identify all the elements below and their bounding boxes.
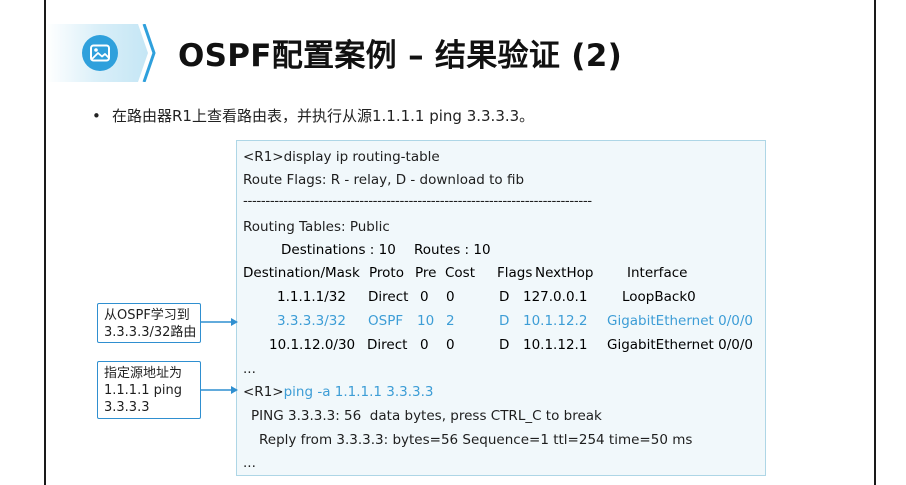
destinations-count: Destinations : 10 (281, 242, 396, 258)
callout-text: 3.3.3.3 (104, 400, 150, 415)
route-flags: D (499, 289, 510, 305)
route-flags-line: Route Flags: R - relay, D - download to … (243, 172, 525, 188)
route-interface: GigabitEthernet 0/0/0 (607, 313, 753, 329)
col-cost: Cost (445, 265, 476, 281)
route-cost: 0 (446, 289, 455, 305)
command-text: ping -a 1.1.1.1 3.3.3.3 (283, 384, 434, 400)
route-flags: D (499, 337, 510, 353)
bullet-dot: • (92, 107, 101, 125)
callout-text: 从OSPF学习到 (104, 308, 190, 323)
route-proto: Direct (367, 337, 408, 353)
right-border-line (874, 0, 876, 485)
callout-source-address: 指定源地址为 1.1.1.1 ping 3.3.3.3 (97, 361, 201, 419)
routes-count: Routes : 10 (414, 242, 491, 258)
route-flags: D (499, 313, 510, 329)
callout-text: 3.3.3.3/32路由 (104, 325, 197, 340)
route-pre: 10 (417, 313, 435, 329)
command-text: display ip routing-table (283, 149, 440, 165)
command-line-1: <R1>display ip routing-table (243, 149, 440, 165)
image-icon (82, 35, 118, 71)
col-proto: Proto (369, 265, 404, 281)
route-interface: GigabitEthernet 0/0/0 (607, 337, 753, 353)
route-nexthop: 10.1.12.1 (523, 337, 588, 353)
callout-text: 指定源地址为 (104, 366, 183, 381)
route-dest: 1.1.1.1/32 (277, 289, 346, 305)
prompt: <R1> (243, 149, 284, 165)
bullet-text: 在路由器R1上查看路由表，并执行从源1.1.1.1 ping 3.3.3.3。 (112, 107, 535, 125)
page-title: OSPF配置案例 – 结果验证 (2) (178, 38, 623, 74)
col-nexthop: NextHop (535, 265, 594, 281)
route-nexthop: 10.1.12.2 (523, 313, 588, 329)
separator-line: ----------------------------------------… (243, 193, 592, 209)
ellipsis: ... (243, 455, 256, 471)
route-proto: Direct (368, 289, 409, 305)
route-proto: OSPF (368, 313, 404, 329)
terminal-output-panel: <R1>display ip routing-table Route Flags… (236, 140, 766, 476)
arrow-right-icon (201, 318, 238, 326)
route-dest: 10.1.12.0/30 (269, 337, 356, 353)
ping-line: PING 3.3.3.3: 56 data bytes, press CTRL_… (251, 408, 602, 424)
route-nexthop: 127.0.0.1 (523, 289, 588, 305)
col-interface: Interface (627, 265, 688, 281)
route-pre: 0 (420, 289, 429, 305)
col-destination: Destination/Mask (243, 265, 360, 281)
col-pre: Pre (415, 265, 437, 281)
ellipsis: ... (243, 361, 256, 377)
arrow-right-icon (201, 386, 238, 394)
route-interface: LoopBack0 (622, 289, 696, 305)
reply-line: Reply from 3.3.3.3: bytes=56 Sequence=1 … (259, 432, 693, 448)
route-pre: 0 (420, 337, 429, 353)
route-cost: 2 (446, 313, 455, 329)
route-dest: 3.3.3.3/32 (277, 313, 346, 329)
route-cost: 0 (446, 337, 455, 353)
prompt: <R1> (243, 384, 284, 400)
callout-text: 1.1.1.1 ping (104, 383, 182, 398)
callout-ospf-route: 从OSPF学习到 3.3.3.3/32路由 (97, 303, 201, 343)
bullet-item: • 在路由器R1上查看路由表，并执行从源1.1.1.1 ping 3.3.3.3。 (92, 105, 534, 126)
routing-tables-line: Routing Tables: Public (243, 219, 390, 235)
command-line-2: <R1>ping -a 1.1.1.1 3.3.3.3 (243, 384, 434, 400)
col-flags: Flags (497, 265, 533, 281)
